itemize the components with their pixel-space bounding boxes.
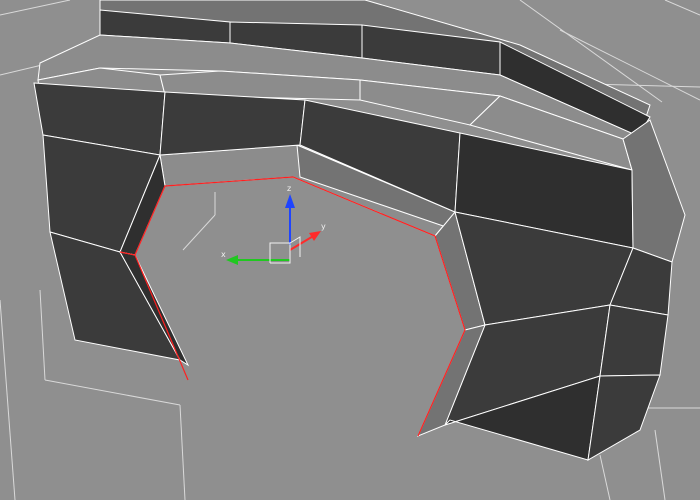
3d-viewport[interactable]: z x y [0,0,700,500]
y-axis-label: y [321,222,326,231]
z-axis-label: z [287,184,291,193]
x-axis-arrow-icon[interactable] [226,255,238,265]
transform-gizmo[interactable]: z x y [221,184,326,265]
y-axis-arrow-icon[interactable] [309,231,321,241]
x-axis-label: x [221,250,226,259]
z-axis-arrow-icon[interactable] [285,194,295,208]
viewport-scene[interactable]: z x y [0,0,700,500]
curved-wall-mesh[interactable] [33,0,686,461]
